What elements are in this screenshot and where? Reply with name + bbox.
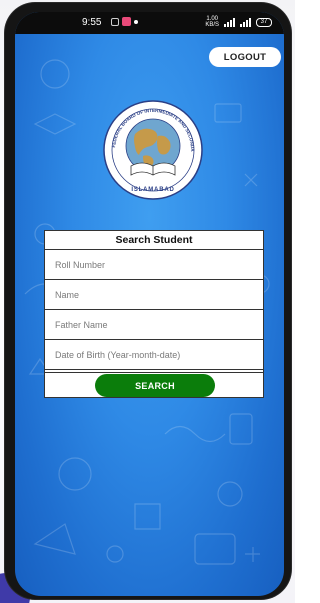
status-time: 9:55 [82,17,102,28]
signal-1-icon [224,17,235,27]
app-screen: 9:55 1.00 KB/S 37 LOGOUT ISLAMABAD FEDER… [15,12,284,596]
notification-dot-icon [134,19,138,24]
father-name-input[interactable] [45,310,263,339]
name-field-container [45,280,263,310]
battery-icon: 37 [256,17,272,27]
roll-number-input[interactable] [45,250,263,279]
search-student-card: Search Student SEARCH [44,230,264,398]
date-of-birth-field-container [45,340,263,370]
search-button[interactable]: SEARCH [95,374,215,397]
signal-2-icon [240,17,251,27]
notification-icons [111,17,138,26]
card-title: Search Student [45,231,263,250]
logout-button[interactable]: LOGOUT [209,47,281,67]
fbise-logo: ISLAMABAD FEDERAL BOARD OF INTERMEDIATE … [103,100,203,200]
date-of-birth-input[interactable] [45,340,263,369]
svg-text:ISLAMABAD: ISLAMABAD [131,187,174,193]
status-bar: 9:55 1.00 KB/S 37 [15,12,284,34]
status-right: 1.00 KB/S 37 [205,16,272,28]
name-input[interactable] [45,280,263,309]
roll-number-field-container [45,250,263,280]
network-speed: 1.00 KB/S [205,16,219,28]
father-name-field-container [45,310,263,340]
network-speed-unit: KB/S [205,22,219,28]
phone-frame: 9:55 1.00 KB/S 37 LOGOUT ISLAMABAD FEDER… [5,3,291,599]
notification-app-icon [122,17,131,26]
divider [45,370,263,373]
notification-square-icon [111,17,119,26]
page: 9:55 1.00 KB/S 37 LOGOUT ISLAMABAD FEDER… [0,0,295,603]
